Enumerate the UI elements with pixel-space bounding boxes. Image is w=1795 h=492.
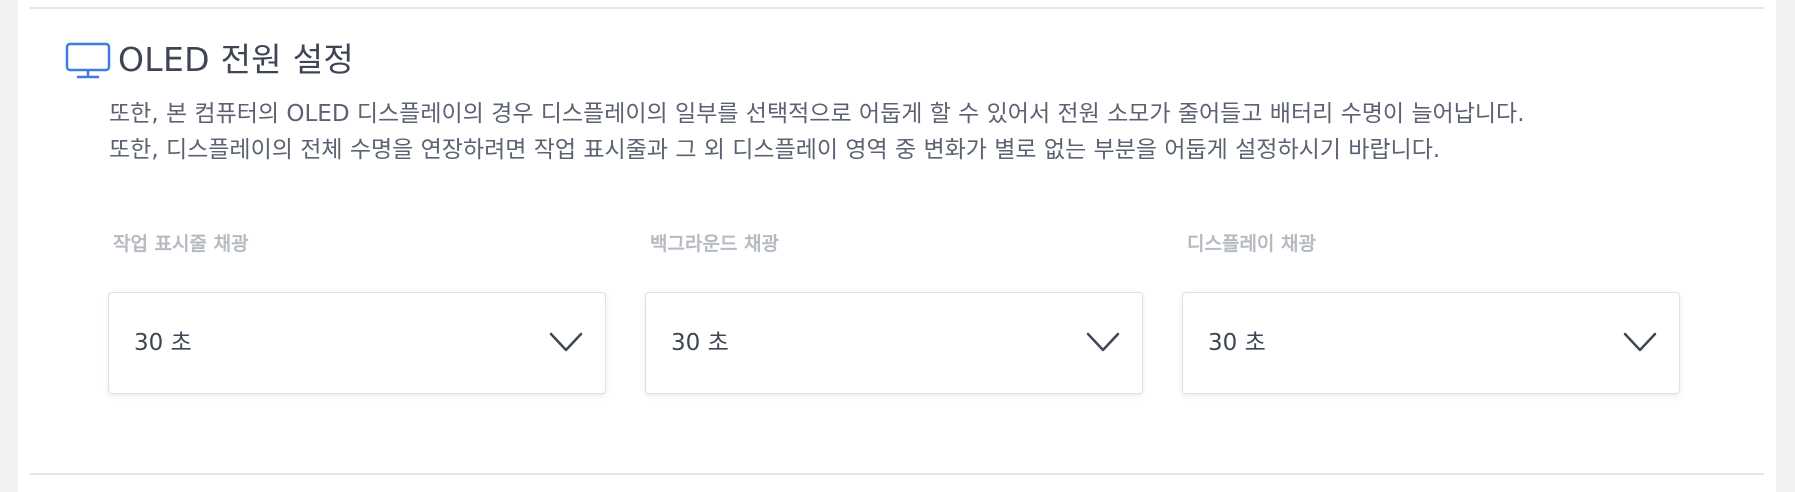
monitor-icon <box>64 40 112 80</box>
description-line-1: 또한, 본 컴퓨터의 OLED 디스플레이의 경우 디스플레이의 일부를 선택적… <box>109 101 1525 127</box>
chevron-down-icon <box>1623 331 1657 353</box>
background-dimming-label: 백그라운드 채광 <box>650 233 779 255</box>
display-dimming-value: 30 초 <box>1208 330 1266 356</box>
oled-power-settings-panel: OLED 전원 설정 또한, 본 컴퓨터의 OLED 디스플레이의 경우 디스플… <box>18 0 1776 492</box>
chevron-down-icon <box>549 331 583 353</box>
section-header: OLED 전원 설정 <box>64 40 354 80</box>
background-dimming-field: 백그라운드 채광 30 초 <box>645 226 1145 394</box>
chevron-down-icon <box>1086 331 1120 353</box>
description-line-2: 또한, 디스플레이의 전체 수명을 연장하려면 작업 표시줄과 그 외 디스플레… <box>109 137 1441 163</box>
section-title: OLED 전원 설정 <box>118 40 355 79</box>
taskbar-dimming-select[interactable]: 30 초 <box>108 292 606 394</box>
display-dimming-select[interactable]: 30 초 <box>1182 292 1680 394</box>
taskbar-dimming-label: 작업 표시줄 채광 <box>113 233 249 255</box>
bottom-divider <box>30 473 1764 475</box>
taskbar-dimming-value: 30 초 <box>134 330 192 356</box>
section-description: 또한, 본 컴퓨터의 OLED 디스플레이의 경우 디스플레이의 일부를 선택적… <box>109 96 1749 168</box>
taskbar-dimming-field: 작업 표시줄 채광 30 초 <box>108 226 608 394</box>
background-dimming-select[interactable]: 30 초 <box>645 292 1143 394</box>
display-dimming-label: 디스플레이 채광 <box>1187 233 1316 255</box>
display-dimming-field: 디스플레이 채광 30 초 <box>1182 226 1682 394</box>
background-dimming-value: 30 초 <box>671 330 729 356</box>
top-divider <box>30 7 1764 9</box>
